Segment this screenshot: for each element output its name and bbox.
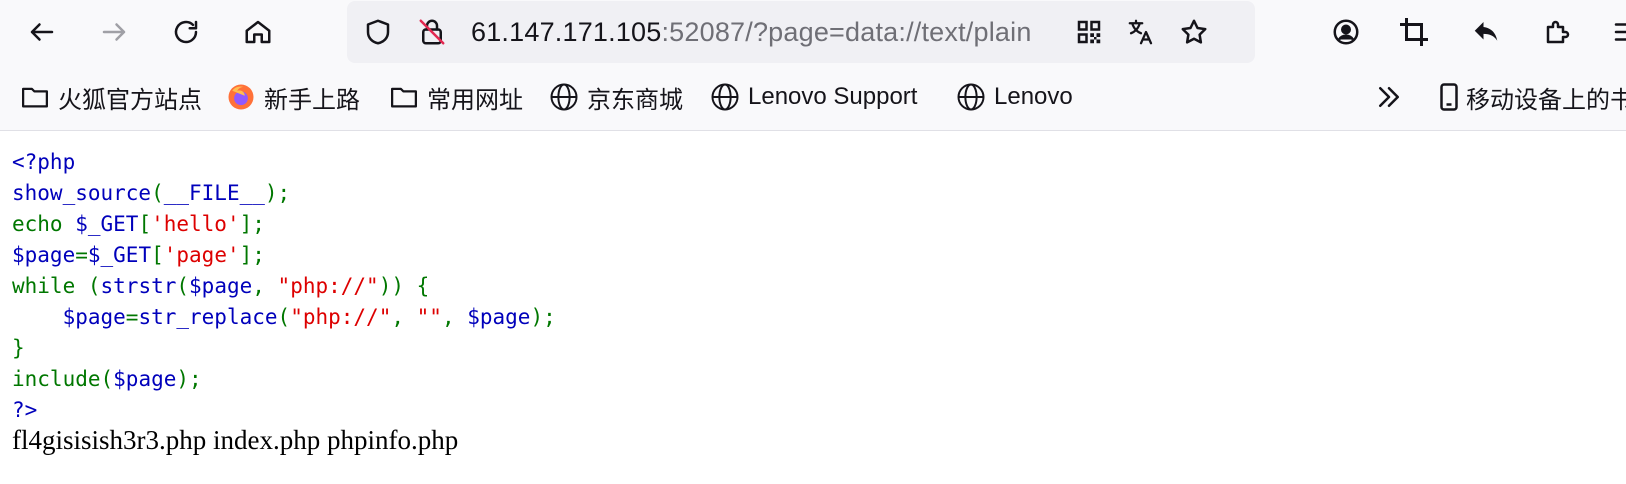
code-token: ?> [12,398,38,422]
code-token: ); [530,305,556,329]
code-token: include( [12,367,114,391]
code-token: ( [176,274,190,298]
code-token: 'hello' [151,212,240,236]
code-token: "php://" [290,305,392,329]
code-token: $page [189,274,253,298]
code-token: ); [264,181,291,205]
reload-button[interactable] [166,12,206,52]
bookmark-jd[interactable]: 京东商城 [549,64,683,130]
folder-icon [391,87,417,108]
qr-code-icon[interactable] [1072,15,1106,49]
code-token: , [252,274,278,298]
code-token: strstr [100,274,177,298]
bookmark-label: 新手上路 [264,86,360,114]
home-button[interactable] [238,12,278,52]
code-token: = [75,243,88,267]
code-token: 'page' [163,243,240,267]
menu-button[interactable] [1606,12,1626,52]
bookmark-star-icon[interactable] [1177,15,1211,49]
bookmark-label: 火狐官方站点 [58,86,202,114]
insecure-lock-icon[interactable] [415,15,449,49]
shield-icon[interactable] [361,15,395,49]
translate-icon[interactable] [1124,15,1158,49]
url-path: :52087/?page=data://text/plain [661,17,1032,47]
code-token: $_GET [87,243,152,267]
code-token: ( [277,305,291,329]
code-token: ); [176,367,202,391]
code-token: $page [467,305,531,329]
page-output-text: fl4gisisish3r3.php index.php phpinfo.php [12,425,459,455]
bookmark-label: 常用网址 [427,86,523,114]
bookmark-label: 移动设备上的书 [1466,86,1626,114]
bookmark-lenovo-support[interactable]: Lenovo Support [710,64,917,130]
code-token: str_replace [138,305,278,329]
firefox-icon [228,84,254,110]
code-token: ]; [239,243,265,267]
undo-button[interactable] [1466,12,1506,52]
code-token: show_source [12,181,152,205]
code-token: echo [12,212,76,236]
hamburger-menu-icon [1614,23,1626,41]
code-token: "php://" [277,274,379,298]
code-token: [ [151,243,164,267]
undo-arrow-icon [1474,22,1498,41]
code-token: [ [138,212,152,236]
puzzle-icon [1546,20,1570,44]
chevron-double-right-icon [1379,87,1399,107]
account-button[interactable] [1326,12,1366,52]
bookmark-folder-common-sites[interactable]: 常用网址 [389,64,523,130]
browser-toolbar: 61.147.171.105:52087/?page=data://text/p… [0,0,1626,64]
bookmarks-overflow-button[interactable] [1374,64,1412,130]
bookmark-lenovo[interactable]: Lenovo [956,64,1073,130]
crop-icon [1400,18,1428,46]
bookmarks-toolbar: 火狐官方站点 新手上路 常用网址 京东商城 Lenovo Support Len… [0,64,1626,131]
code-token: , [391,305,417,329]
reload-icon [174,20,198,44]
code-token: $page [113,367,177,391]
globe-icon [957,83,985,111]
mobile-device-icon [1440,83,1458,111]
bookmark-label: Lenovo Support [748,83,918,110]
bookmark-getting-started[interactable]: 新手上路 [226,64,360,130]
code-token: $page [12,243,76,267]
bookmark-label: Lenovo [994,83,1073,110]
bookmark-folder-firefox-official[interactable]: 火狐官方站点 [20,64,202,130]
code-token: $_GET [75,212,139,236]
mobile-bookmarks[interactable]: 移动设备上的书 [1434,64,1626,130]
globe-icon [550,83,578,111]
code-token: while ( [12,274,101,298]
code-token: )) { [378,274,430,298]
code-token: , [441,305,468,329]
arrow-left-icon [30,23,54,41]
code-line: <?php [12,150,76,174]
account-icon [1333,19,1359,45]
code-token: ]; [239,212,265,236]
bookmark-label: 京东商城 [587,86,683,114]
php-source-code: <?php show_source(__FILE__); echo $_GET[… [12,147,556,426]
globe-icon [711,83,739,111]
back-button[interactable] [22,12,62,52]
code-token: ( [151,181,164,205]
code-token: $page [62,305,126,329]
home-icon [245,20,271,44]
arrow-right-icon [102,23,126,41]
url-text[interactable]: 61.147.171.105:52087/?page=data://text/p… [471,1,1061,63]
folder-icon [22,87,48,108]
url-bar[interactable]: 61.147.171.105:52087/?page=data://text/p… [347,1,1255,63]
screenshot-button[interactable] [1394,12,1434,52]
extensions-button[interactable] [1538,12,1578,52]
code-token: } [12,336,25,360]
url-host: 61.147.171.105 [471,17,662,47]
forward-button[interactable] [94,12,134,52]
code-token: __FILE__ [163,181,265,205]
code-token: = [125,305,139,329]
code-token: "" [416,305,442,329]
